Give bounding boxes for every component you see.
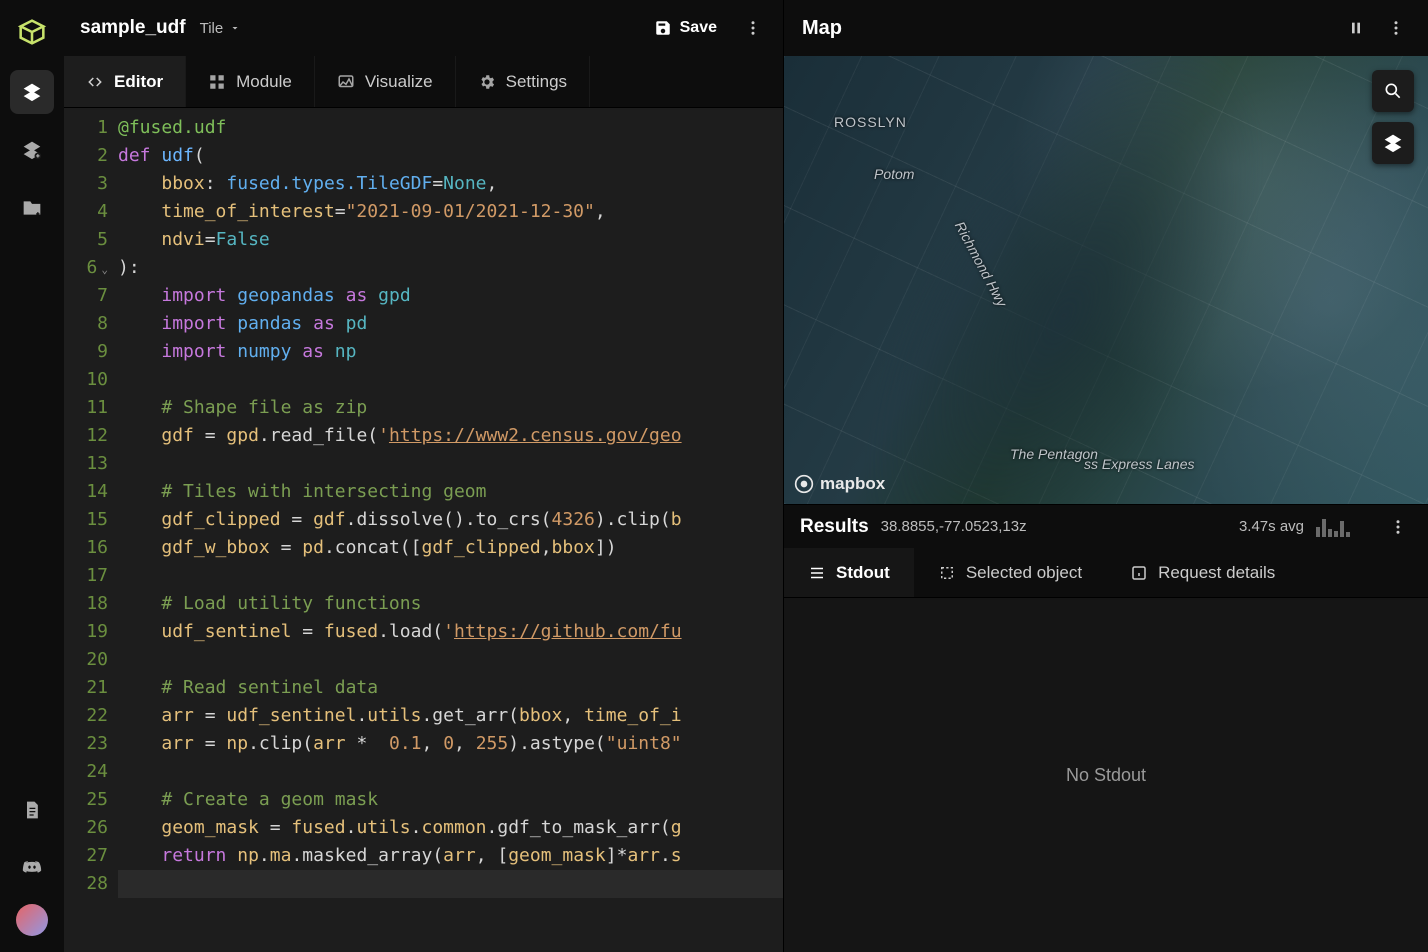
tab-editor-label: Editor [114,72,163,92]
mode-label: Tile [200,20,224,37]
tab-module[interactable]: Module [186,56,315,107]
pause-icon [1348,20,1364,36]
editor-more-button[interactable] [739,14,767,42]
chevron-down-icon [229,22,241,34]
results-more-button[interactable] [1384,513,1412,541]
tab-selected-object[interactable]: Selected object [914,548,1106,597]
crop-icon [938,564,956,582]
code-icon [86,73,104,91]
code-content[interactable]: @fused.udfdef udf( bbox: fused.types.Til… [118,108,783,952]
tab-request-details[interactable]: Request details [1106,548,1299,597]
tab-request-label: Request details [1158,563,1275,583]
tab-stdout-label: Stdout [836,563,890,583]
tab-visualize[interactable]: Visualize [315,56,456,107]
rail-folder-add-button[interactable] [10,186,54,230]
stdout-empty-text: No Stdout [1066,765,1146,786]
list-icon [808,564,826,582]
tab-selected-label: Selected object [966,563,1082,583]
left-rail [0,0,64,952]
more-vert-icon [744,19,762,37]
module-icon [208,73,226,91]
editor-titlebar: sample_udf Tile Save [64,0,783,56]
tab-module-label: Module [236,72,292,92]
gear-icon [478,73,496,91]
mapbox-label: mapbox [820,474,885,494]
search-icon [1383,81,1403,101]
map-label-express: ss Express Lanes [1084,456,1195,472]
map-label-rosslyn: ROSSLYN [834,114,907,130]
layers-add-icon [22,140,42,160]
editor-tabbar: Editor Module Visualize Settings [64,56,783,108]
discord-icon [22,858,42,878]
info-icon [1130,564,1148,582]
map-layers-button[interactable] [1372,122,1414,164]
mapbox-icon [794,474,814,494]
map-title: Map [802,17,842,40]
rail-layers-add-button[interactable] [10,128,54,172]
results-coords: 38.8855,-77.0523,13z [881,518,1027,535]
tab-stdout[interactable]: Stdout [784,548,914,597]
map-pause-button[interactable] [1342,14,1370,42]
results-tabbar: Stdout Selected object Request details [784,548,1428,598]
results-bar: Results 38.8855,-77.0523,13z 3.47s avg [784,504,1428,548]
rail-discord-button[interactable] [10,846,54,890]
rail-layers-button[interactable] [10,70,54,114]
layers-icon [1383,133,1403,153]
more-vert-icon [1389,518,1407,536]
results-sparkline [1316,517,1372,537]
editor-panel: sample_udf Tile Save Editor [64,0,784,952]
tab-editor[interactable]: Editor [64,56,186,107]
results-avg: 3.47s avg [1239,518,1304,535]
map-label-potomac: Potom [874,166,914,182]
save-button[interactable]: Save [646,13,725,43]
tab-visualize-label: Visualize [365,72,433,92]
more-vert-icon [1387,19,1405,37]
folder-add-icon [22,198,42,218]
user-avatar[interactable] [16,904,48,936]
line-gutter: 123456⌄789101112131415161718192021222324… [64,108,118,952]
map-panel: Map ROSSLYN Potom The Pentagon Richmond … [784,0,1428,952]
udf-name[interactable]: sample_udf [80,17,186,39]
map-search-button[interactable] [1372,70,1414,112]
map-header: Map [784,0,1428,56]
results-title: Results [800,516,869,538]
mode-dropdown[interactable]: Tile [200,20,242,37]
visualize-icon [337,73,355,91]
rail-docs-button[interactable] [10,788,54,832]
app-logo[interactable] [12,12,52,52]
stdout-panel: No Stdout [784,598,1428,952]
tab-settings[interactable]: Settings [456,56,590,107]
layers-icon [22,82,42,102]
save-icon [654,19,672,37]
tab-settings-label: Settings [506,72,567,92]
map-more-button[interactable] [1382,14,1410,42]
map-viewport[interactable]: ROSSLYN Potom The Pentagon Richmond Hwy … [784,56,1428,504]
document-icon [22,800,42,820]
code-editor[interactable]: 123456⌄789101112131415161718192021222324… [64,108,783,952]
mapbox-attribution[interactable]: mapbox [794,474,885,494]
save-label: Save [680,19,717,37]
